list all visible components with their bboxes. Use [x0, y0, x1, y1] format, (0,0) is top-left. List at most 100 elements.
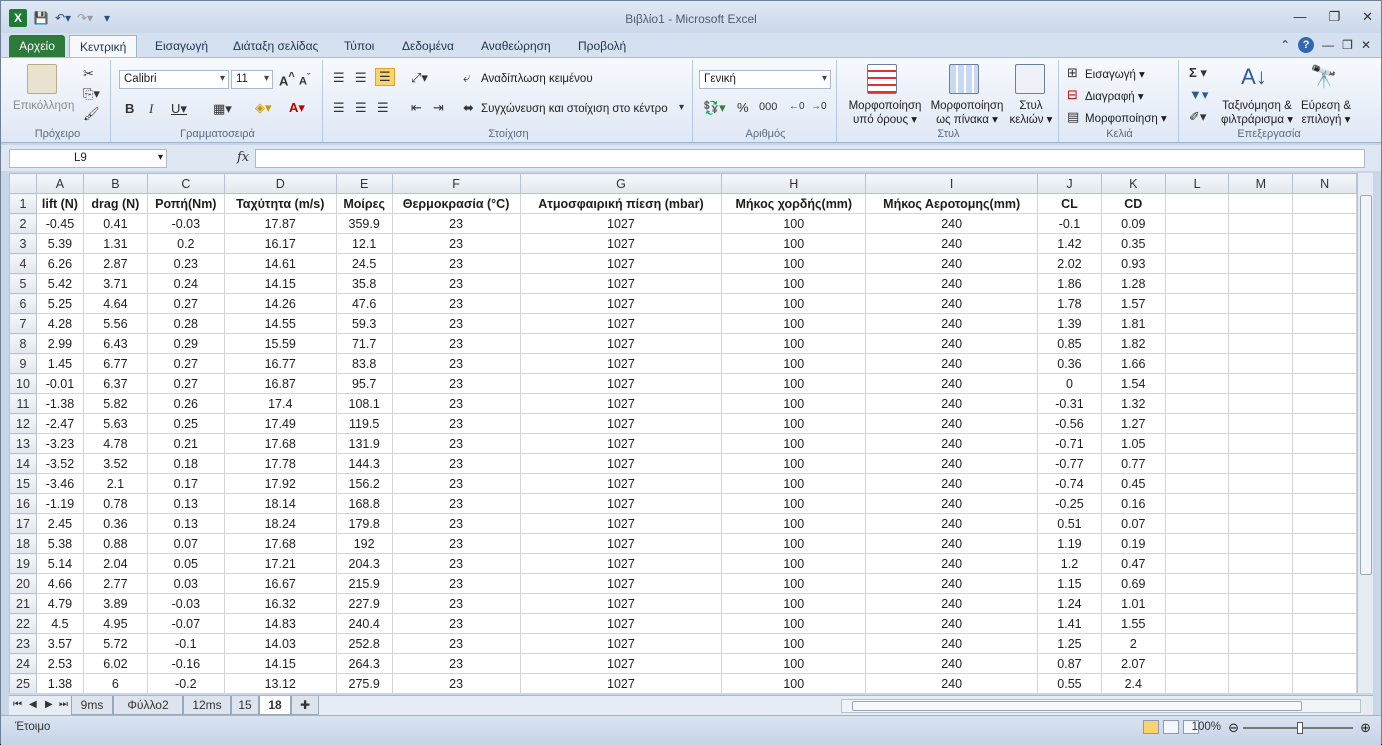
cell[interactable]	[1228, 673, 1294, 693]
row-header[interactable]: 1	[9, 193, 37, 214]
cell[interactable]	[1228, 353, 1294, 374]
cell[interactable]	[1164, 273, 1230, 294]
insert-sheet-icon[interactable]: ✚	[291, 696, 319, 715]
cell[interactable]	[1228, 293, 1294, 314]
cell[interactable]: -1.19	[35, 493, 84, 514]
cell[interactable]: 23	[391, 393, 521, 414]
find-select-button[interactable]: Εύρεση & επιλογή ▾	[1297, 100, 1355, 126]
cell[interactable]	[1228, 533, 1294, 554]
cell[interactable]: 14.15	[223, 653, 337, 674]
insert-cells-button[interactable]: Εισαγωγή ▾	[1085, 67, 1145, 81]
cell[interactable]: 1027	[519, 373, 723, 394]
cell[interactable]: Μήκος Αεροτομης(mm)	[865, 193, 1039, 214]
cell[interactable]	[1292, 413, 1357, 434]
cell[interactable]: -2.47	[35, 413, 84, 434]
row-header[interactable]: 7	[9, 313, 37, 334]
tab-data[interactable]: Δεδομένα	[392, 35, 464, 57]
horizontal-scroll-thumb[interactable]	[852, 701, 1302, 711]
cell[interactable]: 1.2	[1037, 553, 1102, 574]
increase-indent-icon[interactable]: ⇥	[433, 100, 444, 116]
cell[interactable]: 240	[865, 473, 1039, 494]
cell[interactable]: 0.03	[146, 573, 225, 594]
cell[interactable]: 17.78	[223, 453, 337, 474]
delete-cells-icon[interactable]: ⊟	[1067, 87, 1078, 103]
column-header[interactable]: F	[391, 173, 521, 194]
cell[interactable]	[1292, 393, 1357, 414]
copy-icon[interactable]: ⎘▾	[83, 86, 100, 102]
cell[interactable]: 0.85	[1037, 333, 1102, 354]
column-header[interactable]: C	[146, 173, 225, 194]
cell[interactable]	[1228, 593, 1294, 614]
cell[interactable]	[1228, 653, 1294, 674]
cell[interactable]: 100	[721, 233, 867, 254]
cell[interactable]	[1164, 253, 1230, 274]
row-header[interactable]: 24	[9, 653, 37, 674]
cell[interactable]	[1164, 413, 1230, 434]
cell[interactable]	[1164, 373, 1230, 394]
cell[interactable]: 100	[721, 473, 867, 494]
cell[interactable]: 359.9	[335, 213, 393, 234]
cell[interactable]: 1027	[519, 433, 723, 454]
cell[interactable]	[1292, 213, 1357, 234]
comma-style-icon[interactable]: 000	[759, 101, 777, 113]
cell[interactable]: 16.17	[223, 233, 337, 254]
cell[interactable]: 23	[391, 473, 521, 494]
cell[interactable]	[1228, 273, 1294, 294]
cell[interactable]: -3.46	[35, 473, 84, 494]
cell[interactable]: 0.13	[146, 513, 225, 534]
cell[interactable]: 0.51	[1037, 513, 1102, 534]
zoom-out-icon[interactable]: ⊖	[1228, 720, 1239, 736]
cell[interactable]	[1164, 473, 1230, 494]
cell[interactable]	[1164, 233, 1230, 254]
cell[interactable]: 1.05	[1100, 433, 1166, 454]
cell[interactable]: 2.07	[1100, 653, 1166, 674]
cut-icon[interactable]: ✂	[83, 66, 94, 82]
cell[interactable]: -0.03	[146, 593, 225, 614]
cell[interactable]	[1228, 513, 1294, 534]
font-color-icon[interactable]: A▾	[289, 100, 305, 116]
sheet-tab[interactable]: 15	[231, 696, 259, 715]
cell[interactable]: 3.71	[82, 273, 148, 294]
cell[interactable]: 0.17	[146, 473, 225, 494]
cell[interactable]: 1.78	[1037, 293, 1102, 314]
cell[interactable]: 240	[865, 573, 1039, 594]
cell[interactable]: 144.3	[335, 453, 393, 474]
cell[interactable]	[1164, 193, 1230, 214]
spreadsheet-grid[interactable]: ABCDEFGHIJKLMN 1 lift (N) drag (N) Ροπή(Nm)…	[9, 173, 1357, 693]
row-header[interactable]: 10	[9, 373, 37, 394]
cell[interactable]: 47.6	[335, 293, 393, 314]
accounting-format-icon[interactable]: 💱▾	[703, 100, 726, 116]
cell[interactable]	[1228, 413, 1294, 434]
cell[interactable]: 1027	[519, 333, 723, 354]
page-layout-view-icon[interactable]	[1163, 720, 1179, 734]
merge-dropdown-icon[interactable]: ▾	[679, 102, 684, 113]
cell[interactable]: 1.31	[82, 233, 148, 254]
tab-page-layout[interactable]: Διάταξη σελίδας	[223, 35, 328, 57]
cell[interactable]: 6.43	[82, 333, 148, 354]
cell[interactable]: 0.47	[1100, 553, 1166, 574]
borders-icon[interactable]: ▦▾	[213, 101, 232, 117]
cell[interactable]	[1228, 473, 1294, 494]
cell[interactable]	[1228, 333, 1294, 354]
cell[interactable]: 179.8	[335, 513, 393, 534]
cell[interactable]: 0.13	[146, 493, 225, 514]
cell[interactable]: 23	[391, 333, 521, 354]
cell[interactable]: 2.04	[82, 553, 148, 574]
increase-decimal-icon[interactable]: ←0	[789, 101, 805, 112]
cell[interactable]	[1164, 673, 1230, 693]
cell[interactable]: 240	[865, 673, 1039, 693]
formula-input[interactable]	[255, 149, 1365, 168]
cell[interactable]: 204.3	[335, 553, 393, 574]
number-format-combo[interactable]: Γενική	[699, 70, 831, 89]
cell[interactable]: 18.24	[223, 513, 337, 534]
cell[interactable]: 1.42	[1037, 233, 1102, 254]
cell[interactable]: 240	[865, 373, 1039, 394]
cell[interactable]	[1292, 453, 1357, 474]
cell[interactable]: 23	[391, 553, 521, 574]
cell[interactable]: 100	[721, 593, 867, 614]
cell[interactable]: 0.77	[1100, 453, 1166, 474]
cell[interactable]: 5.63	[82, 413, 148, 434]
cell[interactable]: 1.25	[1037, 633, 1102, 654]
cell[interactable]: 240	[865, 433, 1039, 454]
cell[interactable]: 23	[391, 233, 521, 254]
